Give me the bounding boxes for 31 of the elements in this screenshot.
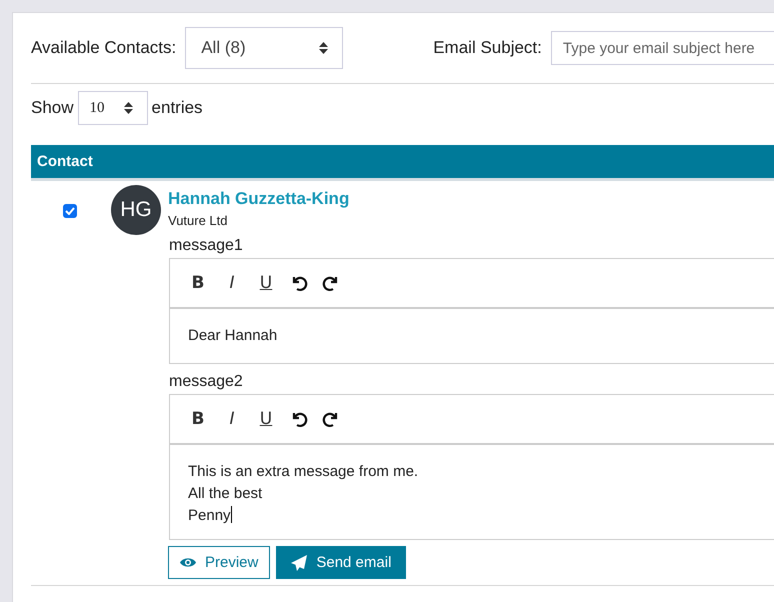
entries-label: entries (152, 98, 203, 118)
undo-icon[interactable] (290, 410, 308, 428)
italic-button[interactable]: I (222, 409, 242, 429)
subject-input[interactable]: Type your email subject here (550, 31, 774, 65)
column-header[interactable]: Contact (31, 153, 93, 170)
company-name: Vuture Ltd (168, 213, 228, 228)
entries-select[interactable]: 10 (78, 91, 148, 125)
redo-icon[interactable] (322, 274, 340, 292)
editor-label: message2 (169, 373, 243, 391)
editor-label: message1 (169, 237, 243, 255)
editor-text-area[interactable]: This is an extra message from me. All the best Penny (170, 445, 774, 539)
undo-icon[interactable] (290, 274, 308, 292)
avatar: HG (111, 185, 162, 235)
bold-button[interactable]: B (188, 273, 208, 293)
underline-button[interactable]: U (256, 273, 276, 293)
preview-button[interactable]: Preview (168, 546, 270, 579)
contacts-select[interactable]: All (8) (185, 27, 344, 69)
show-label: Show (31, 98, 74, 118)
italic-button[interactable]: I (222, 273, 242, 293)
sort-caret-icon (319, 42, 328, 54)
subject-label: Email Subject: (433, 38, 542, 58)
underline-button[interactable]: U (256, 409, 276, 429)
checkbox[interactable] (63, 204, 77, 218)
bold-button[interactable]: B (188, 409, 208, 429)
editor-text-area[interactable]: Dear Hannah (170, 309, 774, 363)
contacts-label: Available Contacts: (31, 38, 176, 58)
sort-caret-icon (124, 102, 133, 114)
eye-icon (180, 557, 196, 568)
redo-icon[interactable] (322, 410, 340, 428)
send-button[interactable]: Send email (276, 546, 406, 579)
paper-plane-icon (291, 554, 308, 570)
